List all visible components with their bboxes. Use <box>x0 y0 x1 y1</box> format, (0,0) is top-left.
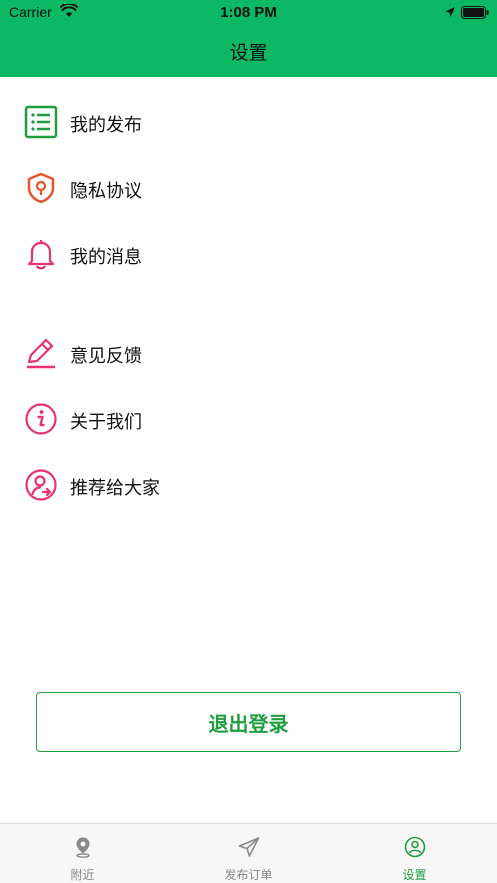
menu-item-label: 我的消息 <box>70 247 142 268</box>
menu-item-feedback[interactable]: 意见反馈 <box>0 329 497 379</box>
tab-label: 附近 <box>70 868 95 882</box>
battery-icon <box>461 6 489 19</box>
tab-settings[interactable]: 设置 <box>332 824 497 883</box>
share-user-icon <box>25 469 57 501</box>
tab-nearby[interactable]: 附近 <box>0 824 165 883</box>
logout-button[interactable]: 退出登录 <box>36 692 461 752</box>
bell-icon <box>27 240 55 270</box>
shield-icon <box>27 172 55 204</box>
user-circle-icon <box>404 836 425 858</box>
pencil-icon <box>27 338 55 369</box>
menu-item-recommend[interactable]: 推荐给大家 <box>0 461 497 511</box>
menu-item-label: 我的发布 <box>70 115 142 136</box>
page-title: 设置 <box>229 42 268 64</box>
menu-item-label: 关于我们 <box>70 412 142 433</box>
header: Carrier 1:08 PM 设置 <box>0 0 497 77</box>
settings-screen: Carrier 1:08 PM 设置 我的发布 隐私协议 我的消息 意见反馈 关… <box>0 0 497 883</box>
menu-item-label: 意见反馈 <box>70 346 142 367</box>
menu-item-about[interactable]: 关于我们 <box>0 395 497 445</box>
location-arrow-icon <box>445 7 455 17</box>
tab-bar: 附近 发布订单 设置 <box>0 823 497 883</box>
location-pin-icon <box>75 837 90 858</box>
info-icon <box>25 403 57 435</box>
tab-label: 设置 <box>402 868 427 882</box>
list-icon <box>24 105 58 139</box>
status-time: 1:08 PM <box>220 4 277 21</box>
menu-item-label: 隐私协议 <box>70 181 142 202</box>
tab-label: 发布订单 <box>224 868 273 882</box>
menu-item-label: 推荐给大家 <box>70 478 160 499</box>
menu-item-privacy[interactable]: 隐私协议 <box>0 164 497 214</box>
tab-publish-order[interactable]: 发布订单 <box>166 824 331 883</box>
menu-item-messages[interactable]: 我的消息 <box>0 230 497 280</box>
menu-item-my-posts[interactable]: 我的发布 <box>0 98 497 148</box>
paper-plane-icon <box>238 837 259 857</box>
status-bar: Carrier 1:08 PM <box>0 0 497 26</box>
